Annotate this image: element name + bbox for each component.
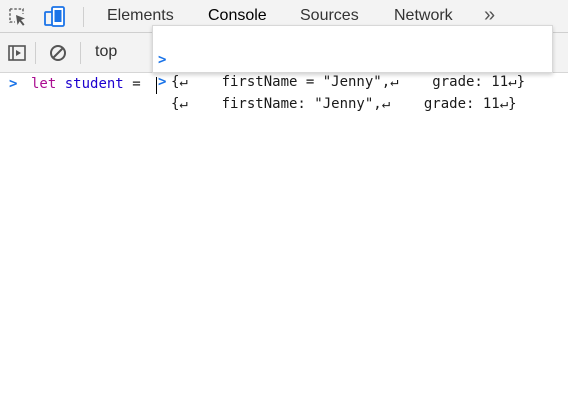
execution-context-selector[interactable]: top: [95, 43, 117, 61]
device-toolbar-icon[interactable]: [42, 4, 68, 30]
text-caret: [156, 77, 157, 94]
prompt-chevron-icon: >: [9, 76, 18, 92]
autocomplete-item[interactable]: > {↵ firstName = "Jenny",↵ grade: 11↵}: [153, 27, 552, 90]
tab-divider: [83, 7, 84, 27]
show-console-sidebar-icon[interactable]: [6, 42, 28, 64]
code-keyword: let: [31, 76, 57, 92]
toolbar-divider: [35, 42, 36, 64]
toolbar-divider: [80, 42, 81, 64]
autocomplete-suggestions: > {↵ firstName = "Jenny",↵ grade: 11↵} >…: [152, 25, 553, 112]
code-operator: =: [132, 76, 141, 92]
autocomplete-item[interactable]: > {↵ firstName: "Jenny",↵ grade: 11↵}: [153, 49, 552, 112]
inspect-element-icon[interactable]: [6, 5, 30, 29]
code-identifier: student: [64, 76, 124, 92]
console-prompt[interactable]: > let student =: [0, 74, 568, 98]
console-input[interactable]: let student =: [31, 76, 149, 92]
clear-console-icon[interactable]: [47, 42, 69, 64]
